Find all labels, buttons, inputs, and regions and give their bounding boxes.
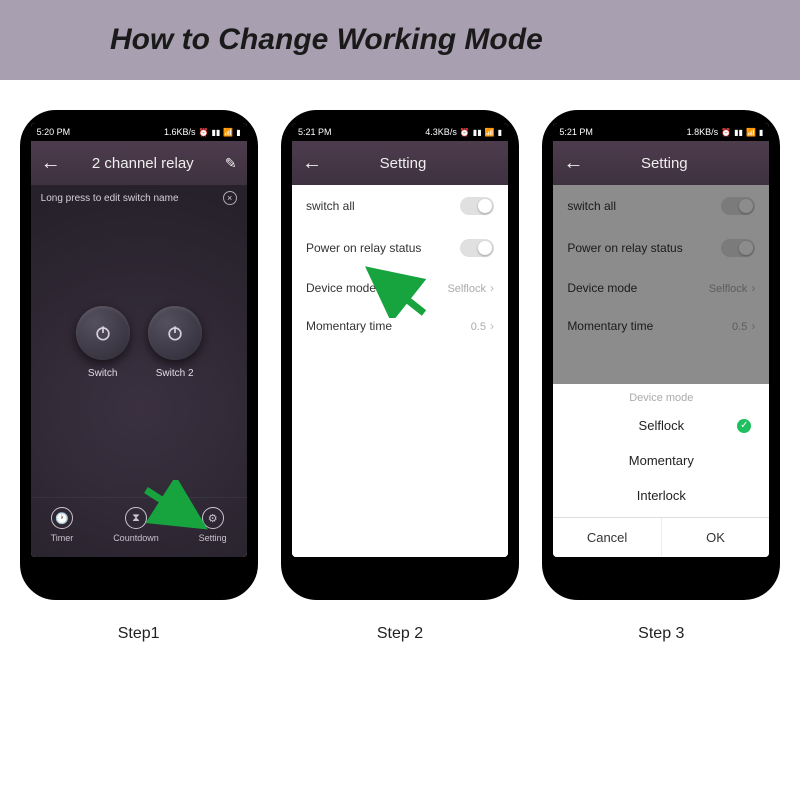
header-title: Setting bbox=[322, 155, 484, 172]
alarm-icon: ⏰ bbox=[460, 128, 470, 137]
hourglass-icon: ⧗ bbox=[125, 507, 147, 529]
timer-label: Timer bbox=[51, 533, 74, 543]
power-button-2[interactable] bbox=[148, 306, 202, 360]
phones-row: 5:20 PM 1.6KB/s⏰▮▮📶▮ ← 2 channel relay ✎… bbox=[0, 80, 800, 643]
setting-label: Setting bbox=[199, 533, 227, 543]
signal-icon: ▮▮ bbox=[211, 128, 220, 137]
back-button[interactable]: ← bbox=[563, 152, 583, 175]
status-speed: 1.8KB/s bbox=[687, 127, 719, 137]
back-button[interactable]: ← bbox=[302, 152, 322, 175]
status-time: 5:21 PM bbox=[298, 127, 332, 137]
step2-label: Step 2 bbox=[377, 625, 423, 643]
app-header-1: ← 2 channel relay ✎ bbox=[31, 141, 247, 185]
header-title: 2 channel relay bbox=[61, 155, 225, 172]
battery-icon: ▮ bbox=[759, 128, 763, 137]
app-header-3: ← Setting bbox=[553, 141, 769, 185]
step3-label: Step 3 bbox=[638, 625, 684, 643]
screen-2: 5:21 PM 4.3KB/s⏰▮▮📶▮ ← Setting switch al… bbox=[292, 123, 508, 557]
row-label: Device mode bbox=[306, 281, 376, 295]
hint-text: Long press to edit switch name bbox=[41, 193, 179, 204]
hint-bar: Long press to edit switch name × bbox=[31, 185, 247, 211]
row-label: Momentary time bbox=[306, 319, 392, 333]
status-speed: 4.3KB/s bbox=[425, 127, 457, 137]
status-time: 5:21 PM bbox=[559, 127, 593, 137]
power-button-1[interactable] bbox=[76, 306, 130, 360]
toggle-switch-all[interactable] bbox=[460, 197, 494, 215]
option-label: Interlock bbox=[637, 488, 686, 503]
cancel-button[interactable]: Cancel bbox=[553, 518, 662, 557]
close-icon[interactable]: × bbox=[223, 191, 237, 205]
sheet-buttons: Cancel OK bbox=[553, 517, 769, 557]
chevron-right-icon: › bbox=[490, 319, 494, 333]
step1-wrap: 5:20 PM 1.6KB/s⏰▮▮📶▮ ← 2 channel relay ✎… bbox=[20, 110, 258, 643]
chevron-right-icon: › bbox=[490, 281, 494, 295]
row-switch-all[interactable]: switch all bbox=[292, 185, 508, 227]
power-icon bbox=[165, 323, 185, 343]
row-label: switch all bbox=[306, 199, 355, 213]
row-power-on-relay[interactable]: Power on relay status bbox=[292, 227, 508, 269]
header-title: Setting bbox=[583, 155, 745, 172]
alarm-icon: ⏰ bbox=[721, 128, 731, 137]
option-label: Momentary bbox=[629, 453, 694, 468]
option-interlock[interactable]: Interlock bbox=[553, 478, 769, 513]
step2-body: switch all Power on relay status Device … bbox=[292, 185, 508, 557]
step1-body: Long press to edit switch name × Switch bbox=[31, 185, 247, 557]
power-icon bbox=[93, 323, 113, 343]
edit-icon[interactable]: ✎ bbox=[225, 155, 237, 172]
setting-button[interactable]: ⚙ Setting bbox=[199, 507, 227, 543]
countdown-label: Countdown bbox=[113, 533, 159, 543]
signal-icon: ▮▮ bbox=[734, 128, 743, 137]
gear-icon: ⚙ bbox=[202, 507, 224, 529]
status-bar-1: 5:20 PM 1.6KB/s⏰▮▮📶▮ bbox=[31, 123, 247, 141]
switch-2: Switch 2 bbox=[148, 306, 202, 379]
countdown-button[interactable]: ⧗ Countdown bbox=[113, 507, 159, 543]
alarm-icon: ⏰ bbox=[199, 128, 209, 137]
step2-wrap: 5:21 PM 4.3KB/s⏰▮▮📶▮ ← Setting switch al… bbox=[281, 110, 519, 643]
switch-1-label: Switch bbox=[88, 368, 117, 379]
clock-icon: 🕐 bbox=[51, 507, 73, 529]
option-selflock[interactable]: Selflock ✓ bbox=[553, 408, 769, 443]
battery-icon: ▮ bbox=[498, 128, 502, 137]
back-button[interactable]: ← bbox=[41, 152, 61, 175]
step1-label: Step1 bbox=[118, 625, 160, 643]
signal-icon: ▮▮ bbox=[473, 128, 482, 137]
status-bar-2: 5:21 PM 4.3KB/s⏰▮▮📶▮ bbox=[292, 123, 508, 141]
row-label: Power on relay status bbox=[306, 241, 421, 255]
wifi-icon: 📶 bbox=[223, 128, 233, 137]
battery-icon: ▮ bbox=[236, 128, 240, 137]
phone-frame-2: 5:21 PM 4.3KB/s⏰▮▮📶▮ ← Setting switch al… bbox=[281, 110, 519, 600]
phone-frame-3: 5:21 PM 1.8KB/s⏰▮▮📶▮ ← Setting switch al… bbox=[542, 110, 780, 600]
status-speed: 1.6KB/s bbox=[164, 127, 196, 137]
ok-button[interactable]: OK bbox=[662, 518, 770, 557]
switch-1: Switch bbox=[76, 306, 130, 379]
status-bar-3: 5:21 PM 1.8KB/s⏰▮▮📶▮ bbox=[553, 123, 769, 141]
switch-2-label: Switch 2 bbox=[156, 368, 194, 379]
check-icon: ✓ bbox=[737, 419, 751, 433]
row-device-mode[interactable]: Device mode Selflock › bbox=[292, 269, 508, 307]
option-label: Selflock bbox=[639, 418, 685, 433]
step3-body: switch all Power on relay status Device … bbox=[553, 185, 769, 557]
timer-button[interactable]: 🕐 Timer bbox=[51, 507, 74, 543]
bottom-bar: 🕐 Timer ⧗ Countdown ⚙ Setting bbox=[31, 497, 247, 557]
sheet-title: Device mode bbox=[553, 384, 769, 408]
row-momentary-time[interactable]: Momentary time 0.5 › bbox=[292, 307, 508, 345]
mode-picker-sheet: Device mode Selflock ✓ Momentary Interlo… bbox=[553, 384, 769, 557]
banner: How to Change Working Mode bbox=[0, 0, 800, 80]
status-time: 5:20 PM bbox=[37, 127, 71, 137]
toggle-power-on-relay[interactable] bbox=[460, 239, 494, 257]
banner-title: How to Change Working Mode bbox=[110, 23, 543, 57]
phone-frame-1: 5:20 PM 1.6KB/s⏰▮▮📶▮ ← 2 channel relay ✎… bbox=[20, 110, 258, 600]
screen-1: 5:20 PM 1.6KB/s⏰▮▮📶▮ ← 2 channel relay ✎… bbox=[31, 123, 247, 557]
option-momentary[interactable]: Momentary bbox=[553, 443, 769, 478]
row-value: 0.5 bbox=[471, 321, 486, 333]
wifi-icon: 📶 bbox=[485, 128, 495, 137]
app-header-2: ← Setting bbox=[292, 141, 508, 185]
switches: Switch Switch 2 bbox=[31, 306, 247, 379]
row-value: Selflock bbox=[447, 283, 486, 295]
step3-wrap: 5:21 PM 1.8KB/s⏰▮▮📶▮ ← Setting switch al… bbox=[542, 110, 780, 643]
screen-3: 5:21 PM 1.8KB/s⏰▮▮📶▮ ← Setting switch al… bbox=[553, 123, 769, 557]
wifi-icon: 📶 bbox=[746, 128, 756, 137]
